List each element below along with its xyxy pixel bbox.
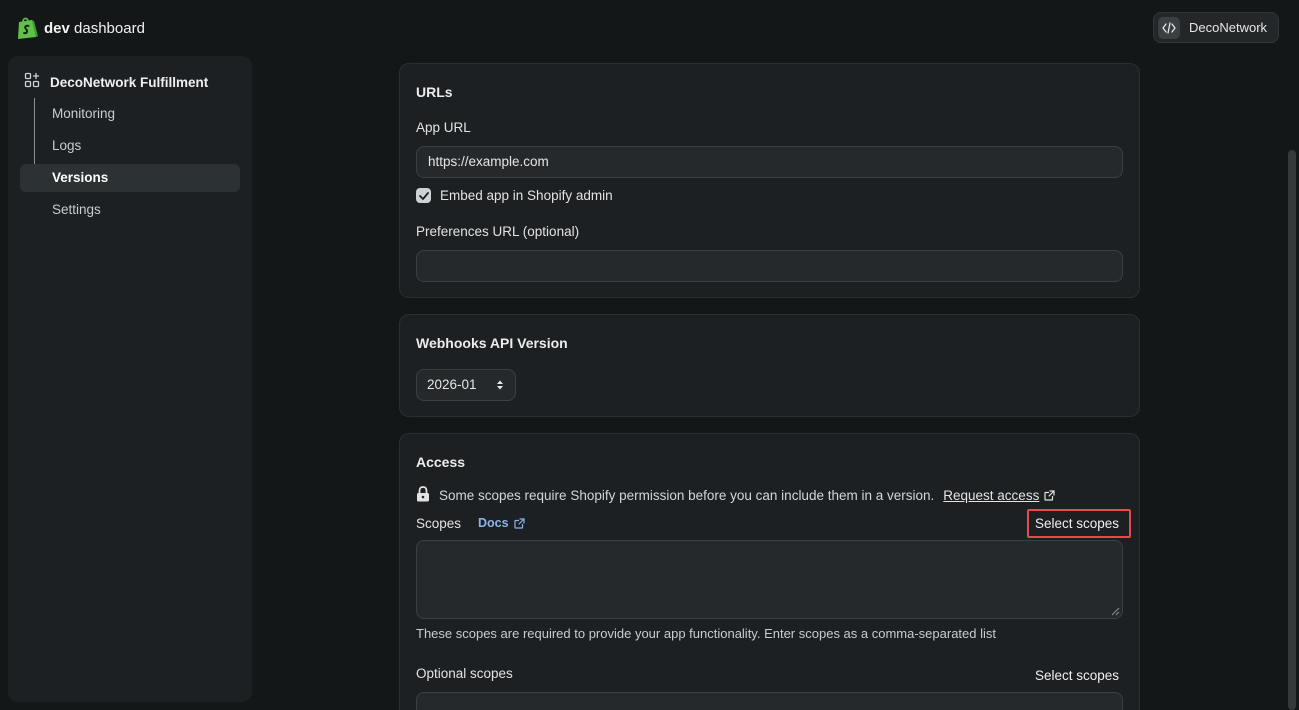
docs-label: Docs — [478, 516, 509, 530]
app-url-input[interactable]: https://example.com — [416, 146, 1123, 178]
sidebar: DecoNetwork Fulfillment Monitoring Logs … — [8, 56, 252, 702]
scopes-label: Scopes — [416, 516, 462, 531]
webhooks-version-select[interactable]: 2026-01 — [416, 369, 516, 401]
highlight-box — [1027, 509, 1131, 538]
optional-scopes-label: Optional scopes — [416, 666, 513, 681]
sidebar-item-versions[interactable]: Versions — [20, 164, 240, 192]
sidebar-item-monitoring[interactable]: Monitoring — [20, 100, 240, 128]
scrollbar[interactable] — [1288, 150, 1296, 710]
optional-scopes-textarea[interactable] — [416, 692, 1123, 710]
urls-card-title: URLs — [416, 84, 453, 100]
organization-name: DecoNetwork — [1189, 20, 1268, 35]
docs-link[interactable]: Docs — [478, 516, 525, 530]
webhooks-card: Webhooks API Version 2026-01 — [399, 314, 1140, 417]
external-link-icon — [1044, 490, 1055, 501]
access-notice-text: Some scopes require Shopify permission b… — [439, 488, 935, 503]
organization-switcher[interactable]: DecoNetwork — [1153, 12, 1279, 43]
access-card: Access Some scopes require Shopify permi… — [399, 433, 1140, 710]
preferences-url-input[interactable] — [416, 250, 1123, 282]
embed-app-checkbox[interactable] — [416, 188, 431, 203]
lock-icon — [416, 486, 430, 505]
embed-app-label: Embed app in Shopify admin — [440, 188, 613, 203]
resize-handle-icon[interactable] — [1111, 607, 1120, 616]
access-card-title: Access — [416, 454, 466, 470]
optional-select-scopes-button[interactable]: Select scopes — [1035, 668, 1119, 683]
brand-rest: dashboard — [74, 19, 145, 37]
app-title[interactable]: DecoNetwork Fulfillment — [24, 72, 208, 93]
webhooks-card-title: Webhooks API Version — [416, 335, 568, 351]
app-name: DecoNetwork Fulfillment — [50, 75, 209, 90]
preferences-url-label: Preferences URL (optional) — [416, 224, 580, 239]
apps-icon — [24, 72, 40, 93]
request-access-label: Request access — [943, 488, 1040, 503]
request-access-link[interactable]: Request access — [943, 488, 1055, 503]
external-link-icon — [513, 517, 525, 529]
select-chevron-icon — [497, 380, 503, 390]
scopes-textarea[interactable] — [416, 540, 1123, 619]
sidebar-item-logs[interactable]: Logs — [20, 132, 240, 160]
brand[interactable]: dev dashboard — [16, 16, 145, 40]
checkmark-icon — [418, 191, 429, 200]
urls-card: URLs App URL https://example.com Embed a… — [399, 63, 1140, 298]
app-url-label: App URL — [416, 120, 471, 135]
top-bar: dev dashboard DecoNetwork — [0, 0, 1299, 56]
scopes-help-text: These scopes are required to provide you… — [416, 626, 997, 641]
shopify-bag-icon — [16, 16, 38, 40]
brand-title: dev dashboard — [44, 20, 145, 37]
webhooks-version-value: 2026-01 — [427, 377, 477, 392]
sidebar-item-settings[interactable]: Settings — [20, 196, 240, 224]
access-notice: Some scopes require Shopify permission b… — [416, 486, 1055, 505]
brand-bold: dev — [44, 19, 70, 37]
embed-app-checkbox-row[interactable]: Embed app in Shopify admin — [416, 188, 613, 203]
code-icon — [1158, 16, 1180, 39]
